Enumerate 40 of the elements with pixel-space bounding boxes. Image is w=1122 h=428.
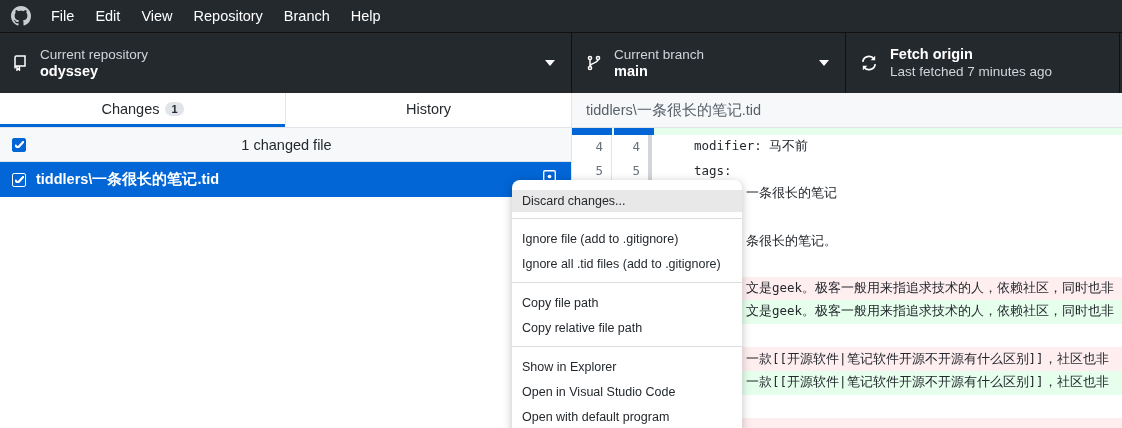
tab[interactable]: History — [285, 93, 571, 127]
file-checkbox[interactable] — [12, 172, 26, 187]
count-badge: 1 — [165, 101, 184, 116]
code-line: 文是geek。极客一般用来指追求技术的人，依赖社区，同时也非 — [746, 279, 1115, 297]
menu-item[interactable]: Repository — [193, 8, 263, 24]
checkmark-icon — [14, 141, 24, 148]
caret-icon — [819, 60, 829, 66]
code-line: 一条很长的笔记 — [746, 185, 837, 203]
sync-icon — [860, 54, 878, 72]
menu-item[interactable]: Branch — [283, 8, 330, 24]
select-all-checkbox[interactable] — [12, 137, 26, 152]
code-line: 条很长的笔记。 — [746, 232, 837, 250]
changed-files-count: 1 changed file — [240, 136, 333, 153]
context-menu-item[interactable]: Ignore file (add to .gitignore) — [512, 226, 742, 251]
caret-icon — [545, 60, 555, 66]
code-line: 一款[[开源软件|笔记软件开源不开源有什么区别]]，社区也非 — [746, 350, 1109, 368]
context-menu-item[interactable]: Ignore all .tid files (add to .gitignore) — [512, 251, 742, 276]
context-menu-item[interactable]: Discard changes... — [512, 190, 742, 212]
context-menu-item[interactable]: Copy file path — [512, 290, 742, 315]
code-line: 一款[[开源软件|笔记软件开源不开源有什么区别]]，社区也非 — [746, 374, 1109, 392]
menu-item[interactable]: Edit — [95, 8, 121, 24]
code-line: tags: — [694, 162, 732, 178]
checkmark-icon — [14, 176, 24, 183]
menu-item[interactable]: File — [51, 8, 75, 24]
context-menu-item[interactable]: Show in Explorer — [512, 354, 742, 379]
diff-file-path: tiddlers\一条很长的笔记.tid — [586, 100, 762, 120]
branch-icon — [586, 55, 602, 71]
context-menu-item[interactable]: Copy relative file path — [512, 315, 742, 340]
code-line: modifier: 马不前 — [694, 138, 809, 156]
app-logo-icon — [11, 6, 31, 26]
context-menu-item[interactable]: Open in Visual Studio Code — [512, 379, 742, 404]
line-number: 4 — [572, 135, 612, 159]
menu-item[interactable]: Help — [350, 8, 381, 24]
repository-icon — [12, 55, 28, 71]
context-menu-item[interactable]: Open with default program — [512, 404, 742, 428]
repository-selector[interactable]: Current repository odyssey — [0, 33, 572, 93]
line-number: 4 — [612, 135, 652, 159]
menu-item[interactable]: View — [141, 8, 173, 24]
file-list-item[interactable]: tiddlers\一条很长的笔记.tid — [0, 162, 571, 197]
code-line: 文是geek。极客一般用来指追求技术的人，依赖社区，同时也非 — [746, 303, 1115, 321]
